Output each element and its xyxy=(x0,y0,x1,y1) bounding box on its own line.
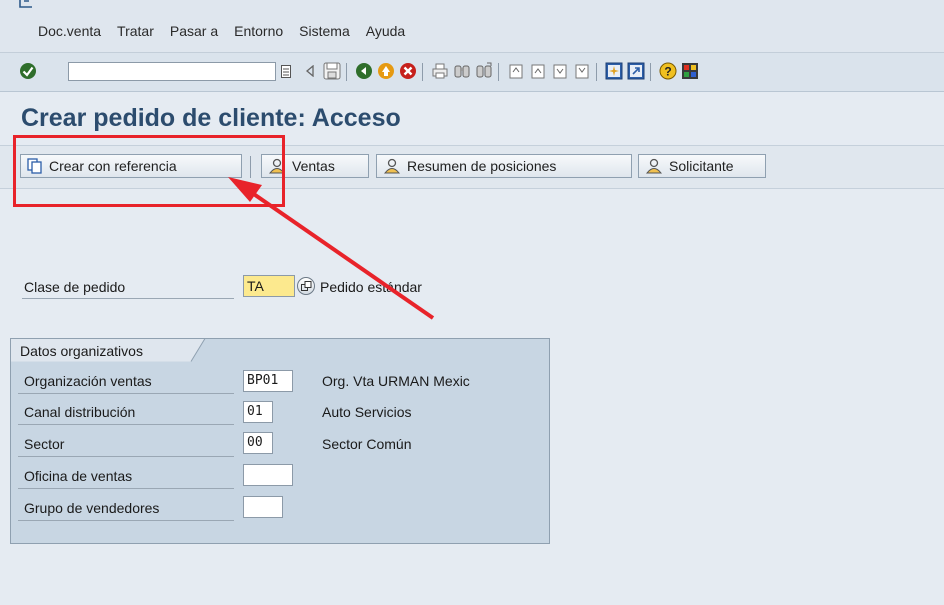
sales-group-label: Grupo de vendedores xyxy=(24,500,160,516)
layout-menu-icon[interactable] xyxy=(680,61,700,81)
highlight-box xyxy=(13,135,285,207)
distribution-channel-field[interactable]: 01 xyxy=(243,401,273,423)
sales-office-label: Oficina de ventas xyxy=(24,468,133,484)
menu-doc-venta[interactable]: Doc.venta xyxy=(38,23,101,39)
menu-ayuda[interactable]: Ayuda xyxy=(366,23,405,39)
possible-entries-icon[interactable] xyxy=(297,277,315,295)
back-icon[interactable] xyxy=(354,61,374,81)
svg-text:?: ? xyxy=(664,65,671,79)
menu-sistema[interactable]: Sistema xyxy=(299,23,350,39)
distribution-channel-description: Auto Servicios xyxy=(322,404,412,420)
next-page-icon[interactable] xyxy=(550,61,570,81)
new-session-icon[interactable] xyxy=(604,61,624,81)
sales-group-underline xyxy=(18,520,234,521)
sales-office-field[interactable] xyxy=(243,464,293,486)
find-icon[interactable] xyxy=(452,61,472,81)
division-field[interactable]: 00 xyxy=(243,432,273,454)
standard-toolbar: ? xyxy=(0,53,944,92)
save-icon[interactable] xyxy=(322,61,342,81)
division-description: Sector Común xyxy=(322,436,412,452)
sales-org-label: Organización ventas xyxy=(24,373,152,389)
command-history-icon[interactable] xyxy=(278,62,294,81)
sold-to-button[interactable]: Solicitante xyxy=(638,154,766,178)
division-label: Sector xyxy=(24,436,65,452)
distribution-channel-underline xyxy=(18,424,234,425)
division-underline xyxy=(18,456,234,457)
order-type-field[interactable]: TA xyxy=(243,275,295,297)
sales-label: Ventas xyxy=(292,158,335,174)
page-title: Crear pedido de cliente: Acceso xyxy=(21,104,401,132)
menu-entorno[interactable]: Entorno xyxy=(234,23,283,39)
sales-group-field[interactable] xyxy=(243,496,283,518)
person-icon xyxy=(645,158,663,174)
distribution-channel-label: Canal distribución xyxy=(24,404,136,420)
sales-org-field[interactable]: BP01 xyxy=(243,370,293,392)
item-overview-label: Resumen de posiciones xyxy=(407,158,557,174)
order-type-underline xyxy=(22,298,234,299)
order-type-description: Pedido estándar xyxy=(320,279,422,295)
command-field[interactable] xyxy=(68,62,276,81)
first-page-icon[interactable] xyxy=(506,61,526,81)
org-data-title: Datos organizativos xyxy=(20,343,143,359)
previous-page-icon[interactable] xyxy=(528,61,548,81)
sales-org-description: Org. Vta URMAN Mexic xyxy=(322,373,470,389)
cancel-icon[interactable] xyxy=(398,61,418,81)
menu-bar: Doc.venta Tratar Pasar a Entorno Sistema… xyxy=(38,23,405,39)
find-next-icon[interactable] xyxy=(474,61,494,81)
item-overview-button[interactable]: Resumen de posiciones xyxy=(376,154,632,178)
print-icon[interactable] xyxy=(430,61,450,81)
help-icon[interactable]: ? xyxy=(658,61,678,81)
menu-pasar-a[interactable]: Pasar a xyxy=(170,23,218,39)
menu-tratar[interactable]: Tratar xyxy=(117,23,154,39)
sales-org-underline xyxy=(18,393,234,394)
menu-area: Doc.venta Tratar Pasar a Entorno Sistema… xyxy=(0,0,944,52)
last-page-icon[interactable] xyxy=(572,61,592,81)
order-type-label: Clase de pedido xyxy=(24,279,126,295)
shortcut-icon[interactable] xyxy=(626,61,646,81)
sold-to-label: Solicitante xyxy=(669,158,734,174)
back-triangle-icon[interactable] xyxy=(300,61,320,81)
sales-office-underline xyxy=(18,488,234,489)
person-icon xyxy=(383,158,401,174)
enter-icon[interactable] xyxy=(18,61,38,81)
system-menu-icon[interactable] xyxy=(18,0,34,10)
exit-icon[interactable] xyxy=(376,61,396,81)
